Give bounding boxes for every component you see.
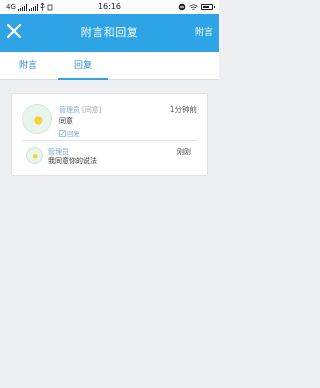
do-not-disturb-icon bbox=[178, 3, 186, 11]
reply-text: 我同意你的说法 bbox=[48, 157, 97, 165]
app-bar: 附言和回复 附言 bbox=[0, 14, 219, 52]
comment-text: 同意 bbox=[59, 117, 73, 125]
page-title: 附言和回复 bbox=[80, 26, 139, 39]
reply-button[interactable]: 回复 bbox=[59, 128, 80, 138]
tab-replies[interactable]: 回复 bbox=[58, 52, 108, 80]
add-comment-button[interactable]: 附言 bbox=[195, 14, 213, 52]
edit-icon bbox=[59, 129, 66, 137]
divider bbox=[22, 140, 197, 141]
tab-comments[interactable]: 附言 bbox=[10, 52, 46, 80]
comment-time: 1分钟前 bbox=[169, 105, 197, 114]
tab-bar: 附言 回复 bbox=[0, 52, 219, 80]
comment-card: 管理员 [同意] 同意 1分钟前 回复 管理员 我同意你的说法 刚刚 bbox=[11, 93, 208, 176]
wifi-icon bbox=[189, 3, 198, 10]
reply-avatar bbox=[26, 147, 43, 164]
comment-tag: [同意] bbox=[82, 106, 102, 114]
avatar bbox=[22, 104, 52, 134]
reply-time: 刚刚 bbox=[177, 148, 191, 156]
reply-button-label: 回复 bbox=[67, 130, 80, 138]
status-bar: 4G 16:16 bbox=[0, 0, 219, 14]
comment-author-name: 管理员 bbox=[59, 106, 80, 114]
battery-icon bbox=[201, 4, 215, 10]
comment-author[interactable]: 管理员 [同意] bbox=[59, 105, 101, 115]
system-indicators bbox=[178, 0, 215, 14]
